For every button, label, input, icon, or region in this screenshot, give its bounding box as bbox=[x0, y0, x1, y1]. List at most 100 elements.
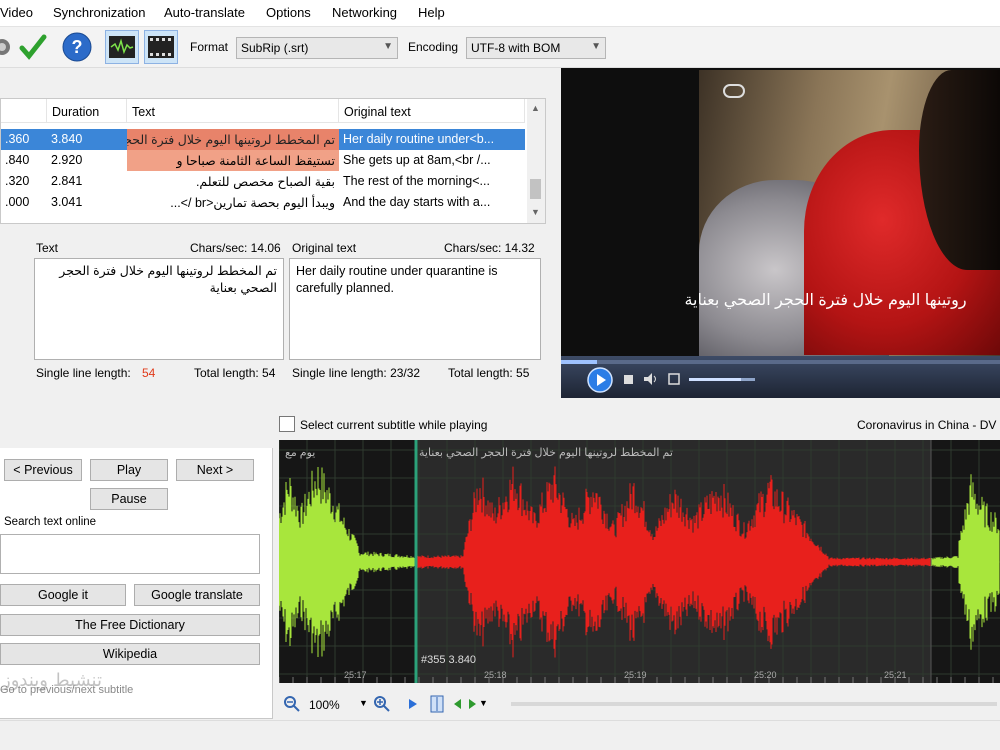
grid-header-duration[interactable]: Duration bbox=[47, 99, 127, 123]
waveform-segment bbox=[414, 555, 464, 569]
toolbar: ? Format SubRip (.srt) ▼ Encoding UTF-8 … bbox=[0, 27, 1000, 68]
waveform-canvas bbox=[279, 440, 1000, 683]
tick-label: 25:20 bbox=[754, 670, 777, 680]
zoom-out-icon[interactable] bbox=[283, 695, 301, 713]
cell-text: تم المخطط لروتينها اليوم خلال فترة الحجر… bbox=[127, 129, 339, 150]
search-text-input[interactable] bbox=[0, 534, 260, 574]
table-row[interactable]: .000 3.041 ويبدأ اليوم بحصة تمارين<br />… bbox=[1, 192, 525, 213]
menu-auto-translate[interactable]: Auto-translate bbox=[164, 5, 245, 20]
zoom-value[interactable]: 100% bbox=[309, 698, 340, 712]
volume-slider[interactable] bbox=[689, 378, 755, 381]
text-total-length: Total length: 54 bbox=[194, 366, 276, 380]
film-icon bbox=[148, 36, 174, 58]
cell-duration: 2.920 bbox=[51, 153, 83, 167]
help-button[interactable]: ? bbox=[60, 30, 94, 64]
video-controls bbox=[561, 356, 1000, 398]
cell-text: بقية الصباح مخصص للتعلم. bbox=[195, 175, 335, 189]
menu-synchronization[interactable]: Synchronization bbox=[53, 5, 146, 20]
text-single-line-value: 54 bbox=[142, 366, 156, 380]
chevron-down-icon[interactable]: ▼ bbox=[479, 698, 488, 708]
sync-arrows-icon[interactable] bbox=[453, 698, 477, 710]
video-title: Coronavirus in China - DV bbox=[857, 418, 997, 432]
svg-text:?: ? bbox=[72, 37, 83, 57]
help-icon: ? bbox=[62, 32, 92, 62]
original-editor[interactable]: Her daily routine under quarantine is ca… bbox=[289, 258, 541, 360]
text-cps: Chars/sec: 14.06 bbox=[190, 241, 281, 255]
cell-start: .320 bbox=[5, 174, 30, 188]
text-single-line-label: Single line length: bbox=[36, 366, 131, 380]
menu-help[interactable]: Help bbox=[418, 5, 445, 20]
scroll-thumb[interactable] bbox=[530, 179, 541, 199]
cell-original: Her daily routine under<b... bbox=[343, 132, 495, 146]
checkmark-icon bbox=[19, 34, 47, 60]
format-value: SubRip (.srt) bbox=[241, 41, 309, 55]
fullscreen-icon[interactable] bbox=[667, 372, 681, 386]
google-translate-button[interactable]: Google translate bbox=[134, 584, 260, 606]
waveform-segment bbox=[828, 557, 931, 567]
cell-original: The rest of the morning<... bbox=[343, 174, 490, 188]
grid-scrollbar[interactable]: ▲ ▼ bbox=[527, 99, 545, 223]
previous-button[interactable]: < Previous bbox=[4, 459, 82, 481]
cell-start: .000 bbox=[5, 195, 30, 209]
cell-original: She gets up at 8am,<br /... bbox=[343, 153, 491, 167]
search-text-online-label: Search text online bbox=[4, 516, 97, 528]
tick-label: 25:17 bbox=[344, 670, 367, 680]
subtitle-grid[interactable]: Duration Text Original text .360 3.840 ت… bbox=[0, 98, 546, 224]
table-row[interactable]: .320 2.841 بقية الصباح مخصص للتعلم. The … bbox=[1, 171, 525, 192]
play-button[interactable]: Play bbox=[90, 459, 168, 481]
play-icon[interactable] bbox=[587, 367, 613, 393]
grid-header-original[interactable]: Original text bbox=[339, 99, 525, 123]
chevron-down-icon[interactable]: ▼ bbox=[359, 698, 368, 708]
menu-options[interactable]: Options bbox=[266, 5, 311, 20]
google-it-button[interactable]: Google it bbox=[0, 584, 126, 606]
scroll-down-icon[interactable]: ▼ bbox=[531, 207, 540, 217]
next-button[interactable]: Next > bbox=[176, 459, 254, 481]
stop-icon[interactable] bbox=[624, 375, 633, 384]
zoom-in-icon[interactable] bbox=[373, 695, 391, 713]
grid-header-start[interactable] bbox=[1, 99, 47, 123]
split-icon[interactable] bbox=[429, 695, 445, 713]
cell-start: .360 bbox=[5, 132, 30, 146]
waveform-position-slider[interactable] bbox=[511, 702, 997, 706]
tick-label: 25:19 bbox=[624, 670, 647, 680]
status-bar bbox=[0, 720, 1000, 750]
free-dictionary-button[interactable]: The Free Dictionary bbox=[0, 614, 260, 636]
channel-logo-icon bbox=[723, 84, 745, 98]
tick-label: 25:18 bbox=[484, 670, 507, 680]
original-label: Original text bbox=[292, 241, 357, 255]
scroll-up-icon[interactable]: ▲ bbox=[531, 103, 540, 113]
waveform-info: #355 3.840 bbox=[421, 654, 477, 666]
wikipedia-button[interactable]: Wikipedia bbox=[0, 643, 260, 665]
cell-start: .840 bbox=[5, 153, 30, 167]
select-while-playing-checkbox[interactable] bbox=[279, 416, 295, 432]
tick-label: 25:21 bbox=[884, 670, 907, 680]
pause-button[interactable]: Pause bbox=[90, 488, 168, 510]
original-total-length: Total length: 55 bbox=[448, 366, 530, 380]
waveform-icon bbox=[109, 36, 135, 58]
seek-progress bbox=[561, 360, 597, 364]
check-button[interactable] bbox=[16, 30, 50, 64]
original-single-line: Single line length: 23/32 bbox=[292, 366, 421, 380]
volume-level bbox=[689, 378, 741, 381]
volume-icon[interactable] bbox=[643, 372, 659, 386]
table-row[interactable]: .360 3.840 تم المخطط لروتينها اليوم خلال… bbox=[1, 129, 525, 150]
menu-video[interactable]: Video bbox=[0, 5, 33, 20]
chevron-down-icon: ▼ bbox=[591, 41, 601, 52]
play-selection-icon[interactable] bbox=[407, 697, 419, 711]
grid-header-text[interactable]: Text bbox=[127, 99, 339, 123]
table-row[interactable]: .840 2.920 تستيقظ الساعة الثامنة صباحا و… bbox=[1, 150, 525, 171]
video-seek-bar[interactable] bbox=[561, 360, 1000, 364]
format-label: Format bbox=[190, 40, 229, 54]
cell-duration: 3.041 bbox=[51, 195, 83, 209]
text-editor[interactable]: تم المخطط لروتينها اليوم خلال فترة الحجر… bbox=[34, 258, 284, 360]
video-player[interactable]: روتينها اليوم خلال فترة الحجر الصحي بعنا… bbox=[561, 68, 1000, 398]
show-waveform-button[interactable] bbox=[105, 30, 139, 64]
waveform-sub-left: يوم مع bbox=[285, 447, 316, 459]
encoding-select[interactable]: UTF-8 with BOM ▼ bbox=[466, 37, 606, 59]
video-subtitle: روتينها اليوم خلال فترة الحجر الصحي بعنا… bbox=[684, 292, 967, 309]
format-select[interactable]: SubRip (.srt) ▼ bbox=[236, 37, 398, 59]
waveform-sub-main: تم المخطط لروتينها اليوم خلال فترة الحجر… bbox=[419, 447, 673, 459]
menu-networking[interactable]: Networking bbox=[332, 5, 397, 20]
show-video-button[interactable] bbox=[144, 30, 178, 64]
audio-waveform[interactable]: يوم مع تم المخطط لروتينها اليوم خلال فتر… bbox=[279, 440, 1000, 683]
